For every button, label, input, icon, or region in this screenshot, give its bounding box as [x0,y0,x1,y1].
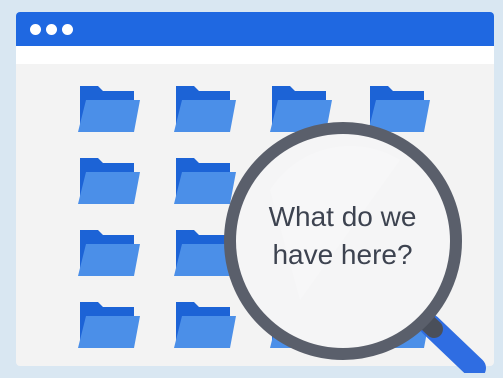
folder-icon[interactable] [172,224,238,276]
folder-icon[interactable] [76,224,142,276]
folder-icon[interactable] [76,152,142,204]
folder-icon[interactable] [76,296,142,348]
folder-icon[interactable] [76,80,142,132]
folder-icon[interactable] [366,80,432,132]
browser-window [16,12,494,366]
folder-icon[interactable] [366,224,432,276]
folder-icon[interactable] [172,80,238,132]
folder-icon[interactable] [268,152,334,204]
folder-icon[interactable] [172,152,238,204]
folder-icon[interactable] [172,296,238,348]
folder-icon[interactable] [268,224,334,276]
window-control-dot[interactable] [30,24,41,35]
window-control-dot[interactable] [46,24,57,35]
folder-icon[interactable] [366,296,432,348]
window-control-dot[interactable] [62,24,73,35]
folder-icon[interactable] [268,296,334,348]
folder-icon[interactable] [366,152,432,204]
toolbar-band [16,46,494,64]
folder-icon[interactable] [268,80,334,132]
title-bar [16,12,494,46]
